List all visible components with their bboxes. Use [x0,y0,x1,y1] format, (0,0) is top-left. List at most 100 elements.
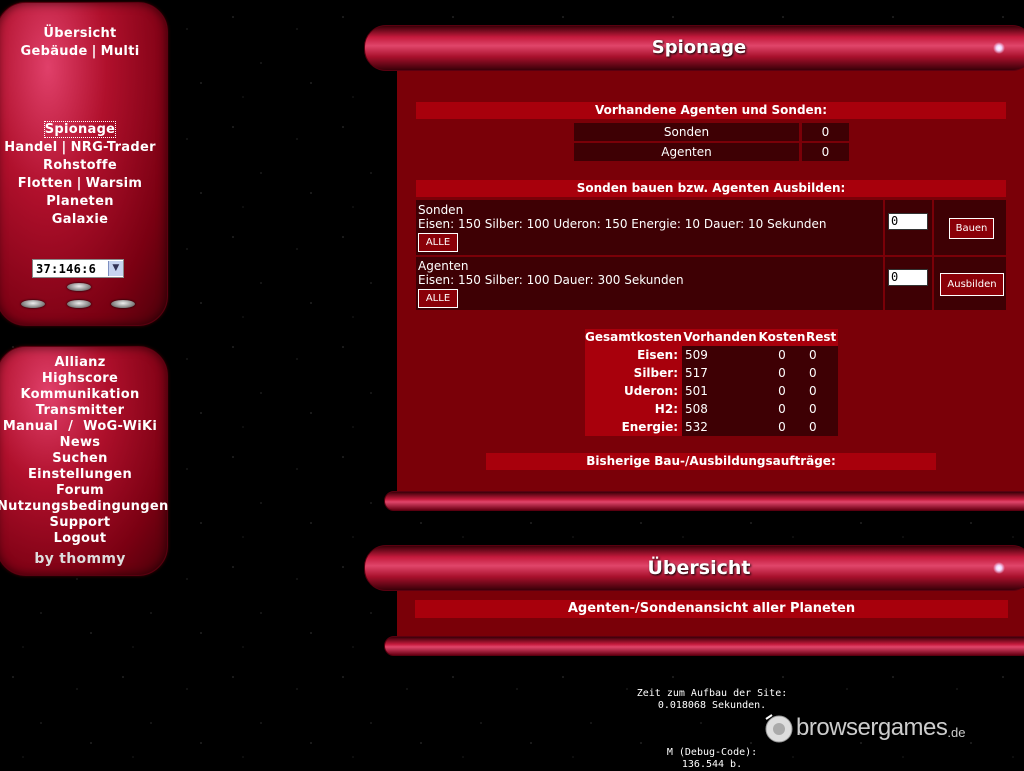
resource-rest: 0 [806,400,838,418]
nav-separator: | [61,140,67,155]
nav-support[interactable]: Support [50,515,111,530]
gamepad-logo-icon [765,714,793,743]
resource-cost: 0 [758,382,806,400]
train-button[interactable]: Ausbilden [940,273,1004,296]
table-row: Uderon: 501 0 0 [585,382,838,400]
build-row-agents: Agenten Eisen: 150 Silber: 100 Dauer: 30… [416,257,883,310]
build-time-value: 0.018068 Sekunden. [657,700,767,711]
resource-cost: 0 [758,400,806,418]
watermark-text: browsergames [796,714,948,741]
nav-overview[interactable]: Übersicht [43,26,116,41]
overview-header[interactable]: Agenten-/Sondenansicht aller Planeten [415,600,1008,618]
resource-name: Silber: [585,364,682,382]
resource-name: H2: [585,400,682,418]
resource-have: 532 [682,418,758,436]
resource-name: Eisen: [585,346,682,364]
existing-value-probes: 0 [802,123,849,141]
table-row: Energie: 532 0 0 [585,418,838,436]
resource-rest: 0 [806,382,838,400]
nav-buildings[interactable]: Gebäude [21,44,88,59]
existing-label-probes: Sonden [574,123,799,141]
build-costs: Eisen: 150 Silber: 100 Dauer: 300 Sekund… [418,273,684,287]
resource-have: 508 [682,400,758,418]
ufo-icon [67,300,91,308]
resource-cost: 0 [758,346,806,364]
community-nav-panel: Allianz Highscore Kommunikation Transmit… [0,346,168,576]
nav-multi[interactable]: Multi [101,44,140,59]
existing-label-agents: Agenten [574,143,799,161]
spionage-footer-bar [384,491,1024,511]
planet-select[interactable]: 37:146:6 ▼ [32,259,124,278]
nav-espionage[interactable]: Spionage [43,121,117,138]
table-row: Silber: 517 0 0 [585,364,838,382]
existing-header: Vorhandene Agenten und Sonden: [416,102,1006,119]
nav-trade[interactable]: Handel [4,140,57,155]
star-icon [993,42,1005,54]
spionage-title-bar: Spionage [364,25,1024,71]
ufo-icon [111,300,135,308]
col-rest: Rest [806,329,838,346]
build-costs: Eisen: 150 Silber: 100 Uderon: 150 Energ… [418,217,827,231]
table-row: H2: 508 0 0 [585,400,838,418]
browsergames-watermark: browsergames .de [762,712,965,744]
orders-header: Bisherige Bau-/Ausbildungsaufträge: [486,453,936,470]
nav-separator: | [76,176,82,191]
nav-forum[interactable]: Forum [56,483,104,498]
cost-table-header: Gesamtkosten Vorhanden Kosten Rest [585,329,838,346]
col-cost: Kosten [758,329,806,346]
nav-highscore[interactable]: Highscore [42,371,118,386]
resource-have: 509 [682,346,758,364]
ufo-icon [21,300,45,308]
resource-rest: 0 [806,346,838,364]
build-name: Agenten [418,259,469,273]
debug-label: M (Debug-Code): [666,747,758,758]
planet-select-value: 37:146:6 [36,261,97,276]
nav-terms[interactable]: Nutzungsbedingungen [0,499,169,514]
debug-value: 136.544 b. [681,759,743,770]
nav-galaxy[interactable]: Galaxie [52,212,108,227]
resource-cost: 0 [758,364,806,382]
resource-have: 501 [682,382,758,400]
nav-news[interactable]: News [60,435,101,450]
resource-cost: 0 [758,418,806,436]
byline: by thommy [34,551,126,567]
nav-settings[interactable]: Einstellungen [28,467,132,482]
overview-title: Übersicht [647,557,751,579]
table-row: Eisen: 509 0 0 [585,346,838,364]
all-button[interactable]: ALLE [418,233,458,252]
nav-search[interactable]: Suchen [52,451,107,466]
nav-wiki[interactable]: WoG-WiKi [83,419,157,434]
build-button[interactable]: Bauen [949,218,994,239]
build-header: Sonden bauen bzw. Agenten Ausbilden: [416,180,1006,197]
agents-quantity-input[interactable]: 0 [888,269,928,286]
build-time-label: Zeit zum Aufbau der Site: [636,688,788,699]
resource-rest: 0 [806,364,838,382]
nav-warsim[interactable]: Warsim [86,176,143,191]
cost-table: Gesamtkosten Vorhanden Kosten Rest Eisen… [585,329,838,436]
resource-name: Uderon: [585,382,682,400]
nav-fleets[interactable]: Flotten [18,176,73,191]
col-total: Gesamtkosten [585,329,682,346]
nav-planets[interactable]: Planeten [46,194,114,209]
nav-manual[interactable]: Manual [3,419,58,434]
build-name: Sonden [418,203,464,217]
nav-communication[interactable]: Kommunikation [20,387,139,402]
nav-separator: / [68,419,74,434]
nav-alliance[interactable]: Allianz [54,355,105,370]
overview-footer-bar [384,636,1024,656]
existing-value-agents: 0 [802,143,849,161]
nav-nrg-trader[interactable]: NRG-Trader [71,140,156,155]
all-button[interactable]: ALLE [418,289,458,308]
watermark-tld: .de [947,725,966,740]
chevron-down-icon[interactable]: ▼ [108,261,123,276]
resource-rest: 0 [806,418,838,436]
probes-quantity-input[interactable]: 0 [888,213,928,230]
resource-have: 517 [682,364,758,382]
nav-transmitter[interactable]: Transmitter [36,403,125,418]
nav-logout[interactable]: Logout [54,531,107,546]
debug-info: M (Debug-Code): 136.544 b. [612,747,812,771]
main-nav-panel: Übersicht Gebäude | Multi Spionage Handel |… [0,2,168,326]
ufo-icon [67,283,91,291]
nav-resources[interactable]: Rohstoffe [43,158,117,173]
page-title: Spionage [651,37,747,58]
